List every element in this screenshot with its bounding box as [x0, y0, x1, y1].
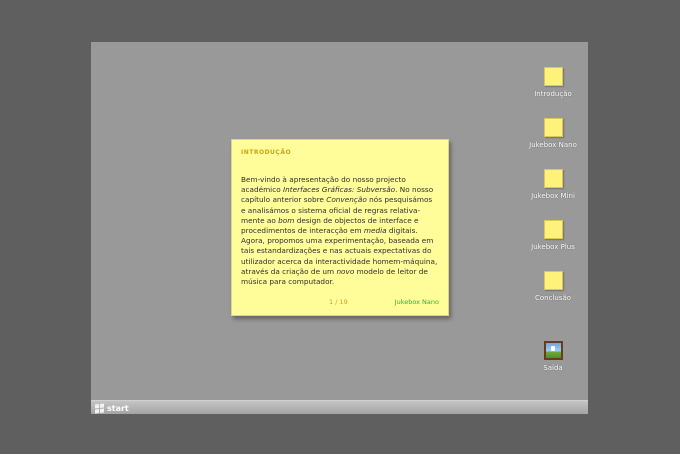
note-body-line: música para computador. — [241, 277, 445, 287]
sticky-note-icon — [543, 67, 563, 86]
text: design de objectos de interface e — [294, 215, 419, 225]
exit-picture-icon — [543, 341, 563, 360]
desktop-icon-jukebox-plus[interactable]: Jukebox Plus — [523, 220, 583, 251]
text: música para computador. — [241, 277, 335, 287]
text: tais estandardizações e nas actuais expe… — [241, 246, 432, 256]
italic-text: bom — [278, 215, 295, 225]
note-body-line: tais estandardizações e nas actuais expe… — [241, 246, 445, 256]
text: capítulo anterior sobre — [241, 195, 327, 205]
text: Agora, propomos uma experimentação, base… — [241, 236, 434, 246]
desktop-icon-saida[interactable]: Saída — [523, 341, 583, 372]
desktop-icon-label: Saída — [543, 364, 563, 372]
desktop-icon-conclusao[interactable]: Conclusão — [523, 271, 583, 302]
desktop-icon-label: Introdução — [534, 90, 572, 98]
windows-flag-icon — [95, 403, 104, 413]
desktop-icon-jukebox-mini[interactable]: Jukebox Mini — [523, 169, 583, 200]
text: mente ao — [241, 215, 279, 225]
text: e analisámos o sistema oficial de regras… — [241, 205, 421, 215]
taskbar: start — [91, 400, 588, 414]
note-body-line: capítulo anterior sobre Convenção nós pe… — [241, 195, 445, 205]
italic-text: Interfaces Gráficas: Subversão — [283, 185, 396, 195]
note-body-line: mente ao bom design de objectos de inter… — [241, 216, 445, 226]
note-body-line: procedimentos de interacção em media dig… — [241, 226, 445, 236]
note-body-line: através da criação de um novo modelo de … — [241, 267, 445, 277]
note-body-line: Agora, propomos uma experimentação, base… — [241, 236, 445, 246]
note-title: INTRODUÇÃO — [241, 149, 292, 156]
text: digitais. — [386, 226, 418, 236]
desktop: INTRODUÇÃO Bem-vindo à apresentação do n… — [91, 42, 588, 414]
text: procedimentos de interacção em — [241, 226, 364, 236]
italic-text: Convenção — [326, 195, 367, 205]
text: modelo de leitor de — [354, 266, 428, 276]
text: através da criação de um — [241, 266, 337, 276]
text: utilizador acerca da interactividade hom… — [241, 256, 438, 266]
desktop-icon-jukebox-nano[interactable]: Jukebox Nano — [523, 118, 583, 149]
note-body-line: utilizador acerca da interactividade hom… — [241, 257, 445, 267]
sticky-note-icon — [543, 271, 563, 290]
start-button[interactable]: start — [95, 401, 129, 414]
next-section-link[interactable]: Jukebox Nano — [395, 298, 439, 306]
desktop-icon-label: Conclusão — [534, 294, 572, 302]
intro-note-window: INTRODUÇÃO Bem-vindo à apresentação do n… — [231, 139, 449, 316]
sticky-note-icon — [543, 118, 563, 137]
italic-text: novo — [336, 266, 355, 276]
desktop-icon-label: Jukebox Mini — [531, 192, 575, 200]
start-label: start — [107, 403, 129, 413]
text: Bem-vindo à apresentação do nosso projec… — [241, 175, 406, 184]
sticky-note-icon — [543, 169, 563, 188]
text: . No nosso — [395, 185, 434, 195]
desktop-icon-introducao[interactable]: Introdução — [523, 67, 583, 98]
sticky-note-icon — [543, 220, 563, 239]
text: nós pesquisámos — [366, 195, 433, 205]
note-body-line: académico Interfaces Gráficas: Subversão… — [241, 185, 445, 195]
desktop-icon-label: Jukebox Nano — [529, 141, 577, 149]
page-counter: 1 / 19 — [329, 298, 348, 306]
note-body: Bem-vindo à apresentação do nosso projec… — [241, 175, 445, 287]
note-body-line: e analisámos o sistema oficial de regras… — [241, 206, 445, 216]
desktop-icon-label: Jukebox Plus — [531, 243, 575, 251]
italic-text: media — [363, 226, 387, 236]
note-body-line: Bem-vindo à apresentação do nosso projec… — [241, 175, 445, 185]
text: académico — [241, 185, 284, 195]
